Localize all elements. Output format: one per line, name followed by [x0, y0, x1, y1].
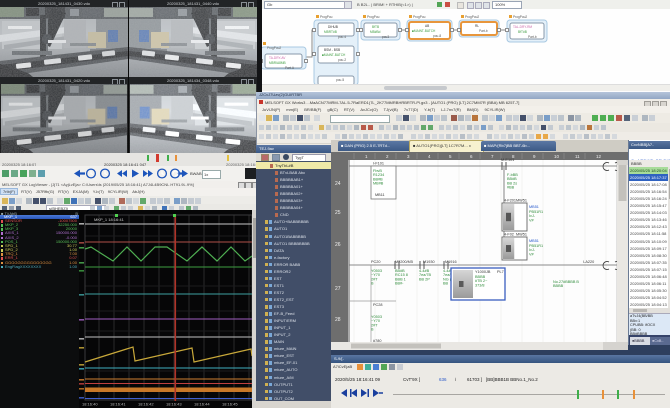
svg-text:25: 25	[335, 210, 341, 216]
svg-text:PC28: PC28	[373, 303, 383, 307]
svg-text:ProgPou: ProgPou	[320, 15, 333, 19]
svg-text:pou-5: pou-5	[336, 78, 344, 82]
svg-text:24: 24	[335, 181, 341, 187]
svg-text:Part-b: Part-b	[528, 35, 537, 39]
svg-text:Part-b: Part-b	[479, 29, 488, 33]
svg-text:MB#B: MB#B	[373, 182, 384, 186]
svg-text:BB: BB	[443, 282, 449, 286]
svg-text:MBRIA8MB: MBRIA8MB	[269, 61, 286, 65]
svg-text:18:16:42: 18:16:42	[138, 402, 154, 407]
svg-text:Part-A: Part-A	[285, 66, 295, 70]
svg-text:MB11: MB11	[375, 193, 385, 197]
svg-text:BSM - BSB: BSM - BSB	[324, 48, 340, 52]
svg-text:BfT#B: BfT#B	[518, 30, 527, 34]
svg-text:18:16:43: 18:16:43	[166, 402, 182, 407]
svg-text:PL7: PL7	[497, 270, 504, 274]
svg-text:373/8: 373/8	[475, 283, 485, 287]
svg-text:MKP_1 18:16:41: MKP_1 18:16:41	[94, 217, 125, 222]
svg-text:ProgPou2: ProgPou2	[513, 15, 527, 19]
svg-text:M2200/M5: M2200/M5	[395, 260, 413, 264]
svg-text:M-E101: M-E101	[501, 158, 514, 162]
svg-text:#BB: #BB	[507, 186, 515, 190]
svg-text:MBRT#B: MBRT#B	[324, 30, 337, 34]
svg-text:pou3: pou3	[382, 35, 389, 39]
svg-text:BBBB: BBBB	[553, 284, 564, 288]
svg-text:AB: AB	[425, 24, 429, 28]
svg-text:4-F201: 4-F201	[504, 199, 516, 203]
svg-text:10: 10	[554, 154, 560, 159]
svg-text:12: 12	[596, 154, 602, 159]
svg-text:MB51: MB51	[529, 239, 539, 243]
svg-text:M1916: M1916	[445, 260, 457, 264]
svg-text:MB51: MB51	[529, 205, 539, 209]
svg-text:TAL-DRY-RM: TAL-DRY-RM	[513, 25, 532, 29]
svg-text:18:16:40: 18:16:40	[82, 402, 98, 407]
svg-text:MB#Bd: MB#Bd	[370, 30, 381, 34]
svg-text:■MAINT-BATCH: ■MAINT-BATCH	[412, 29, 436, 33]
svg-text:I-F101: I-F101	[373, 162, 384, 166]
svg-text:pou-8: pou-8	[433, 34, 441, 38]
svg-text:4-F02: 4-F02	[504, 233, 514, 237]
svg-text:DIHUB: DIHUB	[328, 25, 338, 29]
svg-text:18:16:45: 18:16:45	[222, 402, 238, 407]
svg-text:28: 28	[335, 317, 341, 323]
svg-text:TA-DRY-AV: TA-DRY-AV	[269, 56, 286, 60]
svg-text:ProgPou: ProgPou	[367, 15, 380, 19]
svg-text:pou-2: pou-2	[338, 58, 346, 62]
svg-text:ProgPou2: ProgPou2	[465, 15, 479, 19]
svg-text:BfTB: BfTB	[372, 25, 379, 29]
svg-text:RL: RL	[475, 24, 479, 28]
svg-text:27: 27	[335, 286, 341, 292]
svg-text:■MAINT-BATCH: ■MAINT-BATCH	[322, 53, 346, 57]
svg-text:PC20: PC20	[371, 260, 381, 264]
svg-text:Y1000JB: Y1000JB	[475, 270, 491, 274]
svg-text:I-A220: I-A220	[583, 260, 594, 264]
svg-text:ProgPou2: ProgPou2	[267, 46, 281, 50]
svg-text:MW51: MW51	[516, 233, 527, 237]
svg-text:BB#-: BB#-	[395, 282, 404, 286]
svg-text:11: 11	[575, 154, 580, 159]
svg-text:18:16:41: 18:16:41	[110, 402, 126, 407]
svg-text:18:16:44: 18:16:44	[194, 402, 210, 407]
svg-text:M1930: M1930	[423, 260, 435, 264]
svg-text:MW51: MW51	[516, 199, 527, 203]
svg-text:ProgPou: ProgPou	[413, 15, 426, 19]
svg-text:BB 2P: BB 2P	[419, 277, 430, 281]
svg-text:26: 26	[335, 242, 341, 248]
svg-text:pou-4: pou-4	[338, 35, 346, 39]
